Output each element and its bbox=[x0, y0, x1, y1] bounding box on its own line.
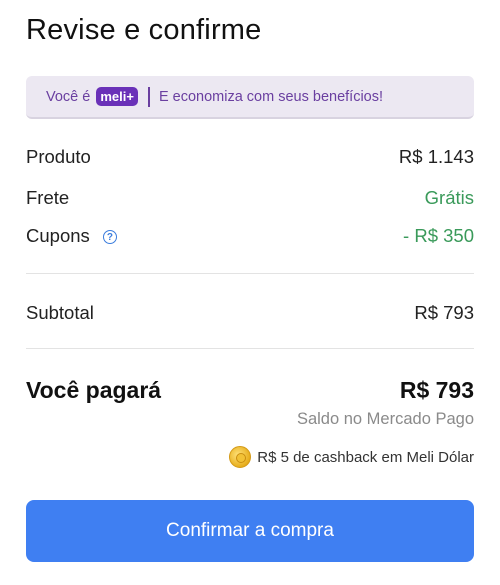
coupons-label: Cupons bbox=[26, 225, 90, 246]
banner-prefix: Você é bbox=[46, 88, 91, 105]
product-row: Produto R$ 1.143 bbox=[26, 146, 474, 168]
cashback-info: R$ 5 de cashback em Meli Dólar bbox=[229, 446, 474, 468]
page-title: Revise e confirme bbox=[26, 14, 262, 46]
total-label: Você pagará bbox=[26, 377, 162, 403]
shipping-value: Grátis bbox=[424, 187, 474, 208]
help-icon[interactable]: ? bbox=[102, 230, 117, 245]
confirm-purchase-button[interactable]: Confirmar a compra bbox=[26, 500, 474, 562]
payment-source: Saldo no Mercado Pago bbox=[296, 410, 474, 428]
banner-text: E economiza com seus benefícios! bbox=[158, 88, 384, 105]
coin-icon bbox=[229, 446, 252, 468]
divider bbox=[26, 273, 474, 274]
subtotal-label: Subtotal bbox=[26, 302, 94, 323]
total-amount: R$ 793 bbox=[399, 377, 474, 403]
meli-plus-banner[interactable]: Você é meli+ E economiza com seus benefí… bbox=[26, 76, 474, 119]
cashback-text: R$ 5 de cashback em Meli Dólar bbox=[257, 448, 474, 466]
coupons-row: Cupons ? - R$ 350 bbox=[26, 225, 474, 247]
shipping-label: Frete bbox=[26, 187, 70, 208]
banner-separator bbox=[147, 86, 150, 107]
product-label: Produto bbox=[26, 146, 91, 167]
meli-plus-badge: meli+ bbox=[96, 87, 138, 106]
product-value: R$ 1.143 bbox=[398, 146, 474, 167]
shipping-row: Frete Grátis bbox=[26, 187, 474, 209]
coupons-value: - R$ 350 bbox=[403, 225, 474, 246]
divider bbox=[26, 348, 474, 349]
subtotal-row: Subtotal R$ 793 bbox=[26, 302, 474, 324]
subtotal-value: R$ 793 bbox=[414, 302, 474, 323]
